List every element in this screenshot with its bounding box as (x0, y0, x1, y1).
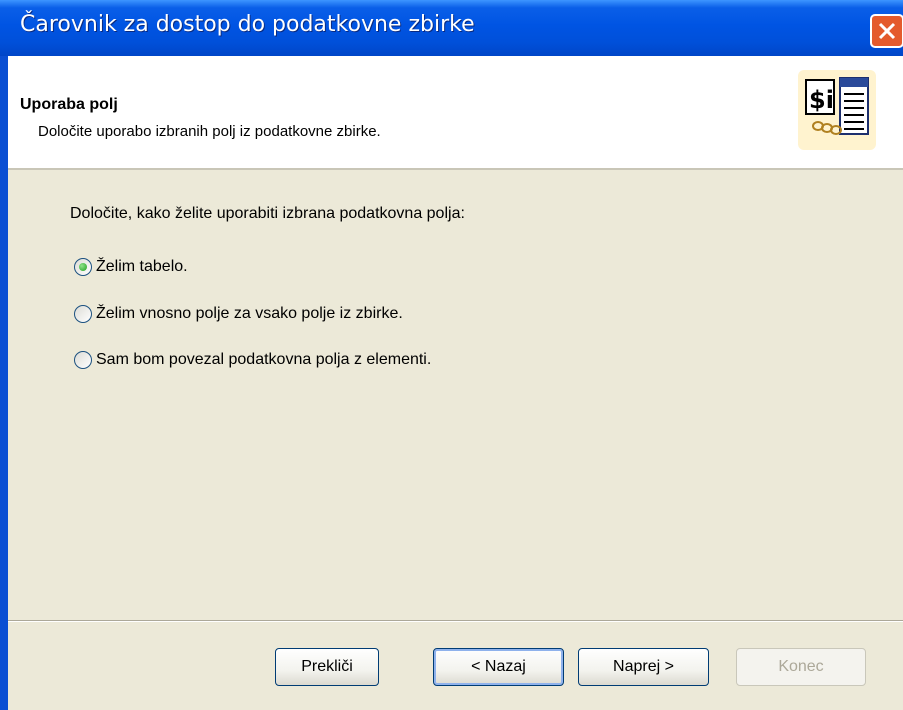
finish-button: Konec (736, 648, 866, 686)
radio-selected-dot (79, 263, 87, 271)
close-icon (878, 22, 896, 40)
cancel-button[interactable]: Prekliči (275, 648, 379, 686)
radio-button[interactable] (74, 351, 92, 369)
page-subtitle: Določite uporabo izbranih polj iz podatk… (38, 123, 381, 140)
close-button[interactable] (870, 14, 903, 48)
back-button[interactable]: < Nazaj (433, 648, 564, 686)
button-separator (8, 620, 903, 622)
window-frame-left (0, 56, 8, 710)
option-input-field-radio[interactable]: Želim vnosno polje za vsako polje iz zbi… (74, 305, 403, 323)
svg-text:$i: $i (809, 86, 834, 114)
page-title: Uporaba polj (20, 96, 118, 113)
wizard-header: Uporaba polj Določite uporabo izbranih p… (8, 56, 903, 170)
radio-button[interactable] (74, 258, 92, 276)
instruction-text: Določite, kako želite uporabiti izbrana … (70, 205, 465, 222)
title-bar[interactable]: Čarovnik za dostop do podatkovne zbirke (0, 0, 903, 56)
option-table-radio[interactable]: Želim tabelo. (74, 258, 188, 276)
option-manual-binding-radio[interactable]: Sam bom povezal podatkovna polja z eleme… (74, 351, 431, 369)
option-label[interactable]: Sam bom povezal podatkovna polja z eleme… (96, 351, 431, 369)
database-fields-icon: $i (798, 70, 876, 150)
option-label[interactable]: Želim tabelo. (96, 258, 188, 276)
radio-button[interactable] (74, 305, 92, 323)
wizard-window: Čarovnik za dostop do podatkovne zbirke … (0, 0, 903, 710)
option-label[interactable]: Želim vnosno polje za vsako polje iz zbi… (96, 305, 403, 323)
next-button[interactable]: Naprej > (578, 648, 709, 686)
window-title: Čarovnik za dostop do podatkovne zbirke (20, 12, 475, 37)
